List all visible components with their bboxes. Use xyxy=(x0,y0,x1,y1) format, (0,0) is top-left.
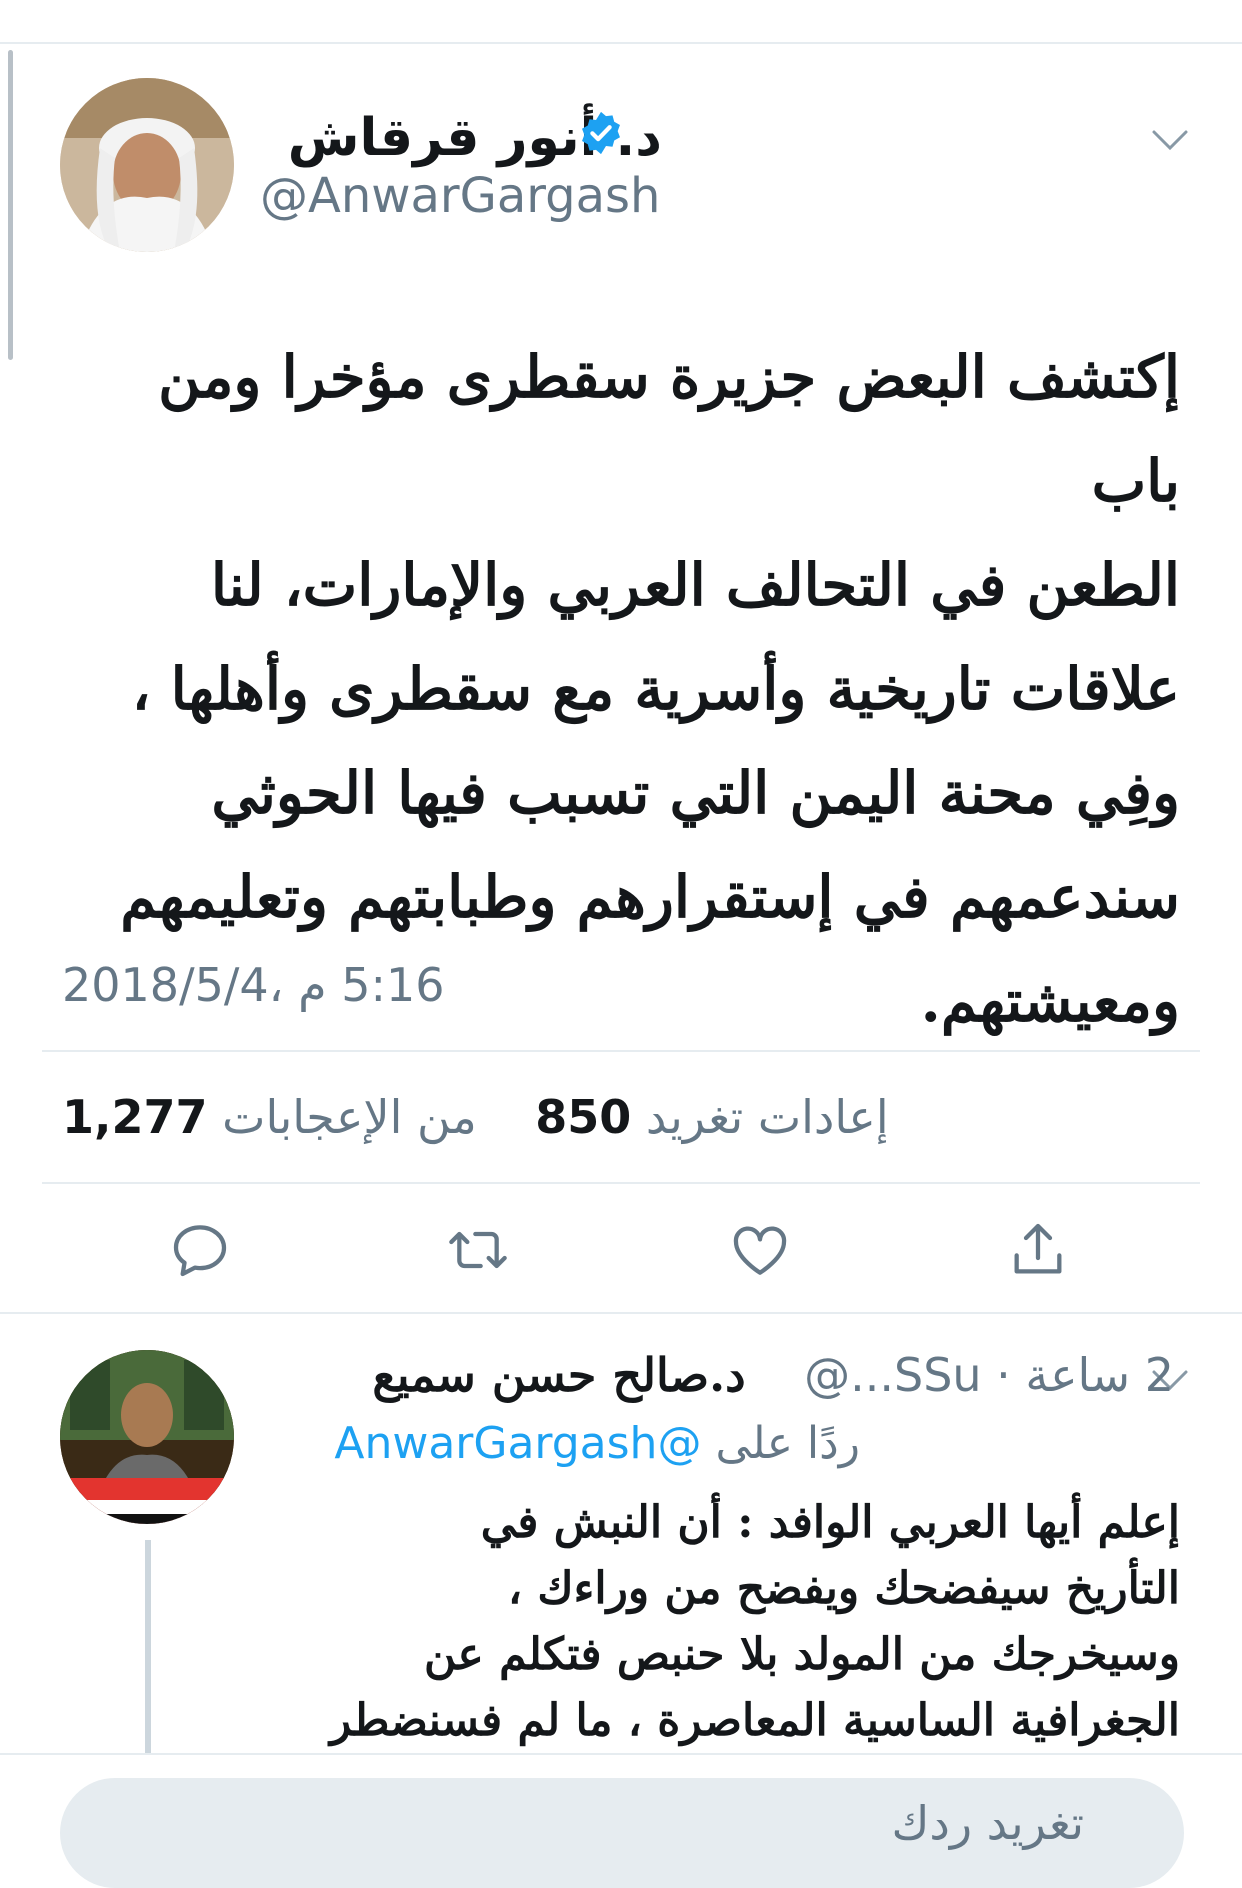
tweet-text: إكتشف البعض جزيرة سقطرى مؤخرا ومن باب ال… xyxy=(120,343,1180,1035)
retweets-count[interactable]: 850 xyxy=(535,1090,631,1144)
share-icon[interactable] xyxy=(1006,1218,1070,1282)
retweets-label[interactable]: إعادات تغريد xyxy=(646,1090,889,1144)
reply-header: 2 ساعة · SSu...@ د.صالح حسن سميع xyxy=(372,1348,1174,1402)
reply-author-photo xyxy=(60,1350,234,1524)
author-handle[interactable]: @AnwarGargash xyxy=(260,168,660,224)
reply-text: إعلم أيها العربي الوافد : أن النبش في ال… xyxy=(330,1497,1180,1746)
author-photo xyxy=(60,78,234,252)
author-avatar[interactable] xyxy=(60,78,234,252)
top-bar xyxy=(0,0,1242,44)
divider xyxy=(0,1312,1242,1314)
replying-to: ردًا على @AnwarGargash xyxy=(334,1418,860,1469)
divider xyxy=(42,1050,1200,1052)
divider xyxy=(42,1182,1200,1184)
likes-label[interactable]: من الإعجابات xyxy=(222,1090,477,1144)
tweet-timestamp[interactable]: 5:16 م ،2018/5/4 xyxy=(62,958,445,1012)
reply-author-avatar[interactable] xyxy=(60,1350,234,1524)
reply-compose-input[interactable]: تغريد ردك xyxy=(60,1778,1184,1888)
heart-icon[interactable] xyxy=(728,1218,792,1282)
thread-line xyxy=(145,1540,151,1755)
reply-meta[interactable]: 2 ساعة · SSu...@ xyxy=(804,1348,1174,1402)
likes-count[interactable]: 1,277 xyxy=(62,1090,208,1144)
chevron-down-icon[interactable] xyxy=(1150,128,1190,152)
compose-placeholder: تغريد ردك xyxy=(891,1796,1084,1850)
reply-display-name[interactable]: د.صالح حسن سميع xyxy=(372,1348,745,1402)
replying-to-label: ردًا على xyxy=(715,1418,860,1469)
tweet-stats: إعادات تغريد 850 من الإعجابات 1,277 xyxy=(62,1090,889,1144)
replying-to-handle[interactable]: @AnwarGargash xyxy=(334,1418,701,1469)
verified-badge-icon xyxy=(582,111,620,155)
scroll-indicator[interactable] xyxy=(8,50,13,360)
reply-icon[interactable] xyxy=(168,1218,232,1282)
retweet-icon[interactable] xyxy=(446,1218,510,1282)
